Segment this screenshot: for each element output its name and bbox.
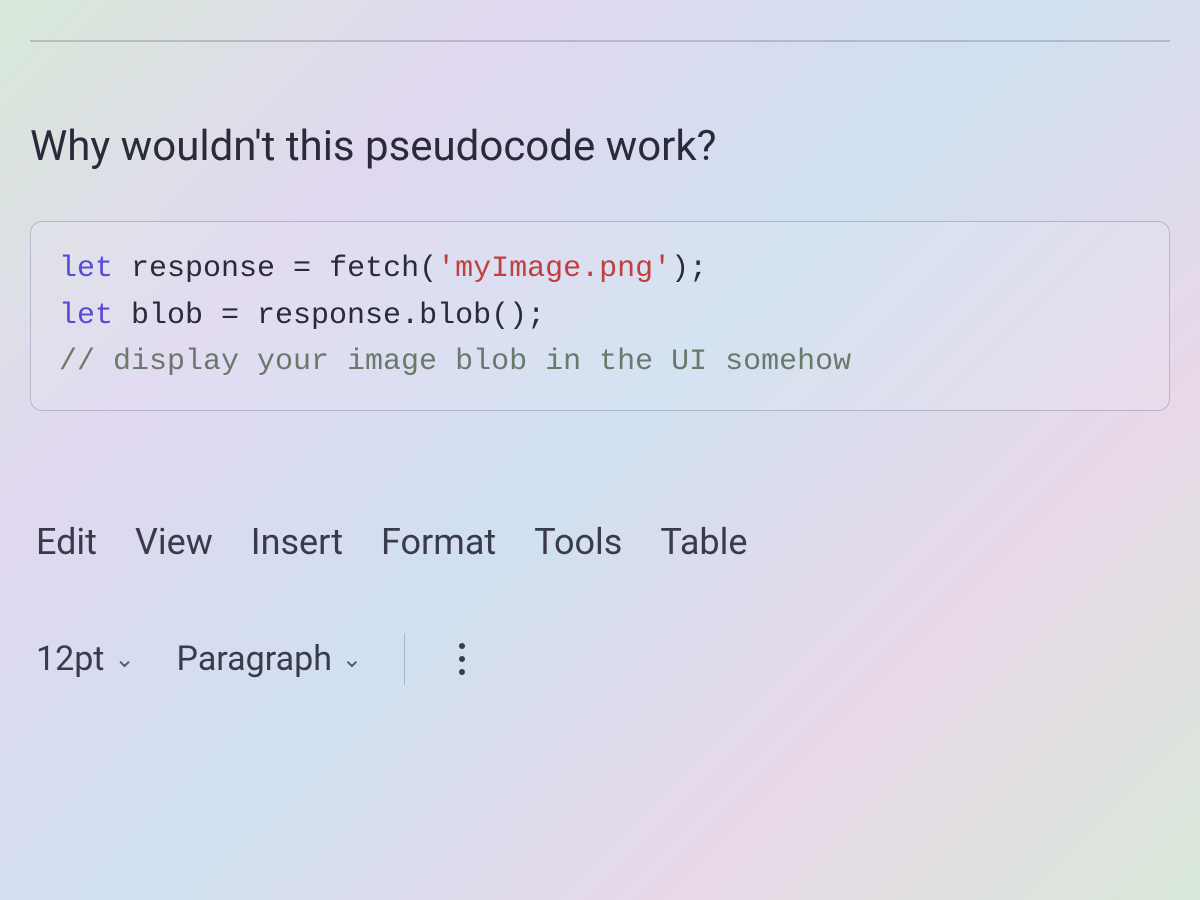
code-token: let	[59, 252, 113, 286]
menu-edit[interactable]: Edit	[36, 521, 97, 563]
editor-toolbar: 12pt ⌄ Paragraph ⌄	[30, 633, 1170, 685]
dots-icon	[459, 656, 465, 662]
font-size-value: 12pt	[36, 639, 104, 679]
menu-table[interactable]: Table	[660, 521, 747, 563]
menu-view[interactable]: View	[135, 521, 213, 563]
code-token: 'myImage.png'	[437, 252, 671, 286]
toolbar-divider	[404, 633, 405, 685]
code-token: blob = response.	[113, 299, 419, 333]
paragraph-style-dropdown[interactable]: Paragraph ⌄	[177, 639, 362, 679]
dots-icon	[459, 669, 465, 675]
code-token: blob	[419, 299, 491, 333]
code-token: );	[671, 252, 707, 286]
chevron-down-icon: ⌄	[342, 645, 362, 673]
code-line-2: // display your image blob in the UI som…	[59, 339, 1141, 386]
code-token: (	[419, 252, 437, 286]
menu-insert[interactable]: Insert	[251, 521, 343, 563]
font-size-dropdown[interactable]: 12pt ⌄	[36, 639, 135, 679]
more-options-button[interactable]	[447, 639, 477, 679]
editor-menubar: Edit View Insert Format Tools Table	[30, 521, 1170, 563]
dots-icon	[459, 643, 465, 649]
code-token: ();	[491, 299, 545, 333]
paragraph-style-value: Paragraph	[177, 639, 332, 679]
chevron-down-icon: ⌄	[114, 645, 134, 673]
code-token: response =	[113, 252, 329, 286]
code-block: let response = fetch('myImage.png'); let…	[30, 221, 1170, 411]
code-token: let	[59, 299, 113, 333]
question-title: Why wouldn't this pseudocode work?	[30, 122, 1170, 171]
code-token: fetch	[329, 252, 419, 286]
top-divider	[30, 40, 1170, 42]
code-line-0: let response = fetch('myImage.png');	[59, 246, 1141, 293]
code-token: // display your image blob in the UI som…	[59, 345, 851, 379]
code-line-1: let blob = response.blob();	[59, 293, 1141, 340]
menu-tools[interactable]: Tools	[534, 521, 622, 563]
menu-format[interactable]: Format	[381, 521, 496, 563]
